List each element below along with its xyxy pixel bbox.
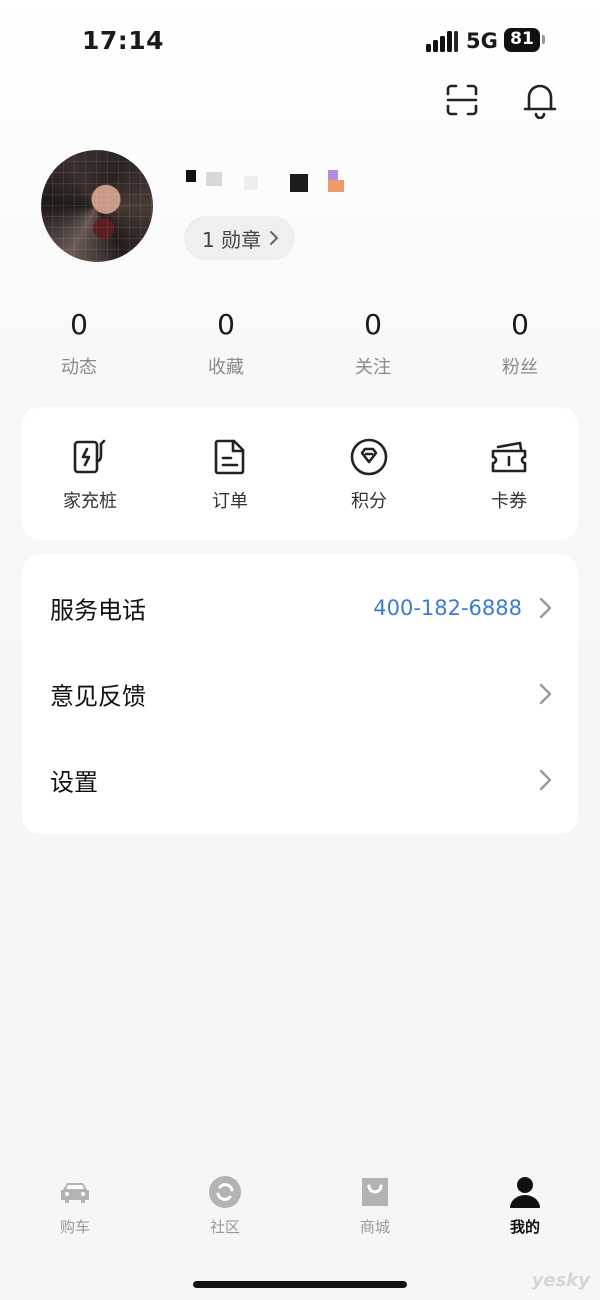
stat-label: 关注 (355, 357, 391, 378)
quick-points[interactable]: 积分 (309, 437, 429, 513)
status-time: 17:14 (82, 26, 165, 55)
menu-settings[interactable]: 设置 (22, 744, 578, 830)
menu-label: 设置 (50, 768, 98, 797)
network-type: 5G (466, 29, 498, 53)
watermark-text: yesky (531, 1270, 590, 1291)
medal-badge[interactable]: 1 勋章 (184, 216, 296, 260)
chevron-right-icon (270, 231, 279, 245)
battery-level: 81 (510, 29, 534, 49)
tab-mine[interactable]: 我的 (475, 1174, 575, 1237)
chevron-right-icon (539, 769, 552, 791)
battery-icon: 81 (504, 28, 540, 52)
car-icon (61, 1183, 89, 1203)
quick-label: 订单 (212, 491, 248, 512)
battery-tip (542, 35, 545, 44)
scan-icon (446, 84, 478, 116)
tab-buy-car[interactable]: 购车 (25, 1174, 125, 1237)
medal-count: 1 勋章 (202, 227, 262, 252)
bell-icon (523, 84, 557, 119)
tab-label: 我的 (509, 1218, 540, 1236)
tab-label: 社区 (209, 1218, 240, 1236)
status-bar: 17:14 5G 81 (0, 0, 600, 80)
quick-actions-card: 家充桩 订单 积分 卡券 (22, 407, 578, 540)
tab-label: 购车 (59, 1218, 90, 1236)
service-phone-number[interactable]: 400-182-6888 (373, 596, 522, 620)
profile-screen: 17:14 5G 81 1 勋章 0 动态 0 收藏 0 关注 0 粉丝 家充桩… (0, 0, 600, 1300)
stat-posts[interactable]: 0 动态 (19, 308, 139, 379)
order-doc-icon (214, 439, 245, 475)
charger-icon (73, 439, 106, 474)
stat-label: 收藏 (208, 357, 244, 378)
shopping-bag-icon (362, 1178, 388, 1206)
tab-label: 商城 (359, 1218, 390, 1236)
chevron-right-icon (539, 683, 552, 705)
stat-following[interactable]: 0 关注 (313, 308, 433, 379)
signal-icon (426, 30, 458, 52)
home-indicator[interactable] (193, 1281, 407, 1288)
quick-label: 积分 (351, 491, 387, 512)
menu-label: 服务电话 (50, 596, 146, 625)
stat-label: 动态 (61, 357, 97, 378)
quick-home-charger[interactable]: 家充桩 (30, 437, 150, 513)
tab-mall[interactable]: 商城 (325, 1174, 425, 1237)
diamond-points-icon (350, 438, 388, 476)
tab-community[interactable]: 社区 (175, 1174, 275, 1237)
stat-favorites[interactable]: 0 收藏 (166, 308, 286, 379)
stat-label: 粉丝 (502, 357, 538, 378)
menu-card: 服务电话 400-182-6888 意见反馈 设置 (22, 554, 578, 834)
stat-value: 0 (364, 308, 382, 341)
username-blurred (184, 166, 384, 196)
stat-value: 0 (217, 308, 235, 341)
quick-coupons[interactable]: 卡券 (449, 437, 569, 513)
community-icon (209, 1176, 241, 1208)
menu-label: 意见反馈 (50, 682, 146, 711)
menu-feedback[interactable]: 意见反馈 (22, 658, 578, 744)
chevron-right-icon (539, 597, 552, 619)
notification-button[interactable] (518, 78, 562, 122)
stat-value: 0 (511, 308, 529, 341)
avatar-mosaic (41, 150, 153, 262)
menu-service-phone[interactable]: 服务电话 400-182-6888 (22, 572, 578, 658)
quick-label: 家充桩 (63, 491, 117, 512)
stat-value: 0 (70, 308, 88, 341)
person-icon (510, 1177, 540, 1208)
stats-row: 0 动态 0 收藏 0 关注 0 粉丝 (0, 308, 600, 388)
quick-orders[interactable]: 订单 (170, 437, 290, 513)
scan-button[interactable] (440, 78, 484, 122)
bottom-tab-bar: 购车 社区 商城 我的 (0, 1160, 600, 1250)
avatar[interactable] (41, 150, 153, 262)
stat-fans[interactable]: 0 粉丝 (460, 308, 580, 379)
ticket-icon (491, 441, 527, 473)
quick-label: 卡券 (491, 491, 527, 512)
